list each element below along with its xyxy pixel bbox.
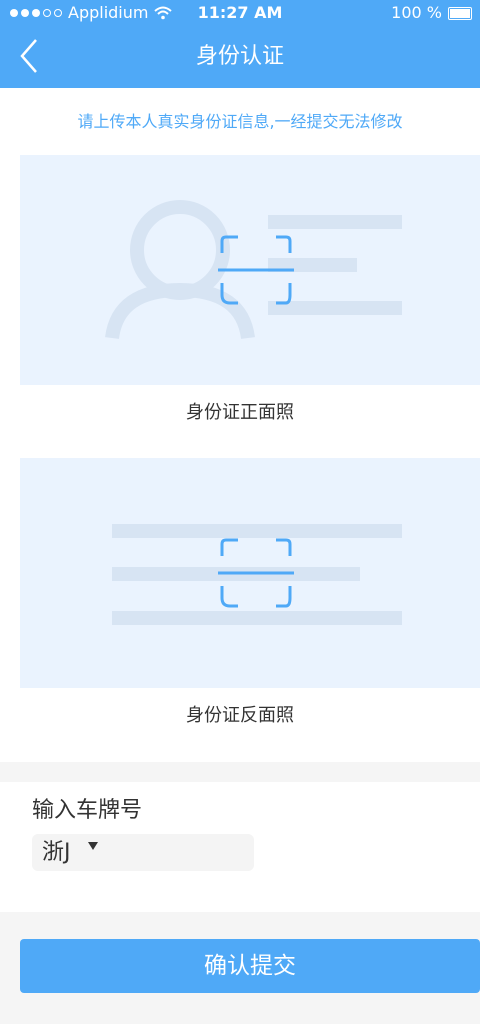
page-title: 身份认证	[195, 44, 284, 69]
id-front-placeholder-icon	[105, 200, 402, 340]
battery-icon	[448, 6, 472, 20]
submit-button[interactable]: 确认提交	[20, 939, 480, 993]
screen: Applidium 11:27 AM 100 % 身份认证 请上传本人真实身份证…	[0, 0, 480, 1024]
id-back-upload[interactable]	[20, 458, 480, 688]
id-front-caption: 身份证正面照	[186, 402, 294, 423]
plate-label: 输入车牌号	[32, 798, 143, 823]
status-bar: Applidium 11:27 AM 100 %	[0, 0, 480, 26]
upload-notice: 请上传本人真实身份证信息,一经提交无法修改	[77, 112, 403, 131]
section-divider	[0, 762, 480, 782]
nav-bar: 身份认证	[0, 26, 480, 88]
dropdown-caret-icon	[88, 842, 98, 850]
plate-prefix-value: 浙J	[42, 840, 71, 865]
battery-percent: 100 %	[391, 3, 442, 22]
top-bar: Applidium 11:27 AM 100 % 身份认证	[0, 0, 480, 88]
id-back-caption: 身份证反面照	[186, 705, 294, 726]
id-back-placeholder-icon	[112, 524, 402, 625]
id-front-upload[interactable]	[20, 155, 480, 385]
plate-prefix-select[interactable]: 浙J	[32, 834, 254, 871]
status-right: 100 %	[391, 0, 472, 26]
